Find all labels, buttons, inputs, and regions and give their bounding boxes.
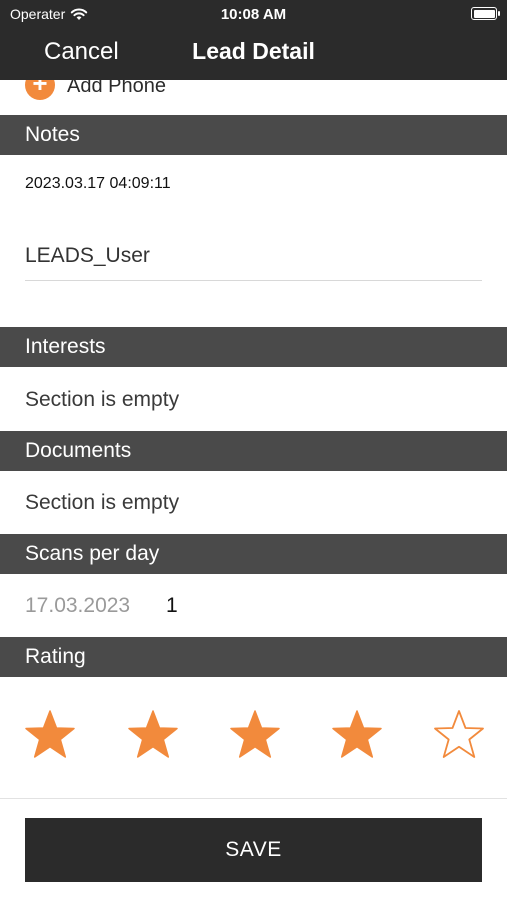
documents-section-header: Documents <box>0 431 507 471</box>
interests-empty-text: Section is empty <box>25 388 180 411</box>
rating-section-header: Rating <box>0 637 507 677</box>
nav-row: Cancel Lead Detail <box>0 30 507 76</box>
add-phone-row[interactable]: + Add Phone <box>25 80 166 114</box>
notes-section-header: Notes <box>0 115 507 155</box>
star-icon[interactable] <box>22 708 78 764</box>
notes-timestamp: 2023.03.17 04:09:11 <box>25 175 171 192</box>
clock: 10:08 AM <box>220 6 287 23</box>
documents-empty-text: Section is empty <box>25 491 180 514</box>
star-icon[interactable] <box>329 708 385 764</box>
status-bar: Operater 10:08 AM <box>0 0 507 28</box>
star-icon[interactable] <box>227 708 283 764</box>
divider <box>0 798 507 799</box>
scans-per-day-section-header: Scans per day <box>0 534 507 574</box>
add-phone-label: Add Phone <box>67 80 166 97</box>
scan-date: 17.03.2023 <box>25 594 131 617</box>
star-icon[interactable] <box>125 708 181 764</box>
notes-input[interactable]: LEADS_User <box>25 232 482 281</box>
battery-icon <box>471 7 500 20</box>
cancel-button[interactable]: Cancel <box>44 38 119 66</box>
scan-count: 1 <box>166 594 178 617</box>
navigation-bar: Operater 10:08 AM Cancel Lead Detail <box>0 0 507 80</box>
add-icon[interactable]: + <box>25 80 55 100</box>
star-outline-icon[interactable] <box>431 708 487 764</box>
save-button[interactable]: SAVE <box>25 818 482 882</box>
rating-stars <box>0 708 507 768</box>
interests-section-header: Interests <box>0 327 507 367</box>
